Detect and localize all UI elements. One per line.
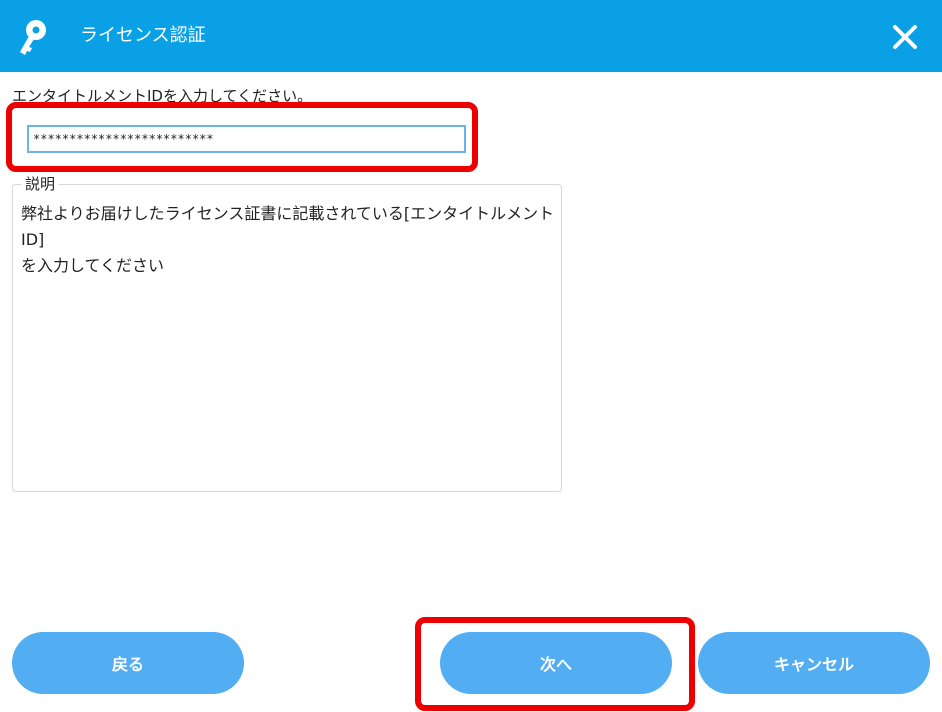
- entitlement-id-input[interactable]: [27, 125, 466, 153]
- cancel-button[interactable]: キャンセル: [698, 632, 930, 694]
- entitlement-id-prompt: エンタイトルメントIDを入力してください。: [12, 87, 313, 105]
- key-icon: [20, 20, 46, 55]
- description-legend: 説明: [21, 174, 60, 194]
- close-icon[interactable]: [888, 20, 922, 54]
- description-line-1: 弊社よりお届けしたライセンス証書に記載されている[エンタイトルメントID]: [21, 204, 555, 249]
- description-box: 説明 弊社よりお届けしたライセンス証書に記載されている[エンタイトルメントID]…: [12, 174, 562, 492]
- description-line-2: を入力してください: [21, 256, 165, 275]
- title-bar: ライセンス認証: [0, 0, 942, 72]
- next-button[interactable]: 次へ: [440, 632, 672, 694]
- back-button[interactable]: 戻る: [12, 632, 244, 694]
- window-title: ライセンス認証: [80, 25, 206, 46]
- description-text: 弊社よりお届けしたライセンス証書に記載されている[エンタイトルメントID] を入…: [21, 201, 557, 279]
